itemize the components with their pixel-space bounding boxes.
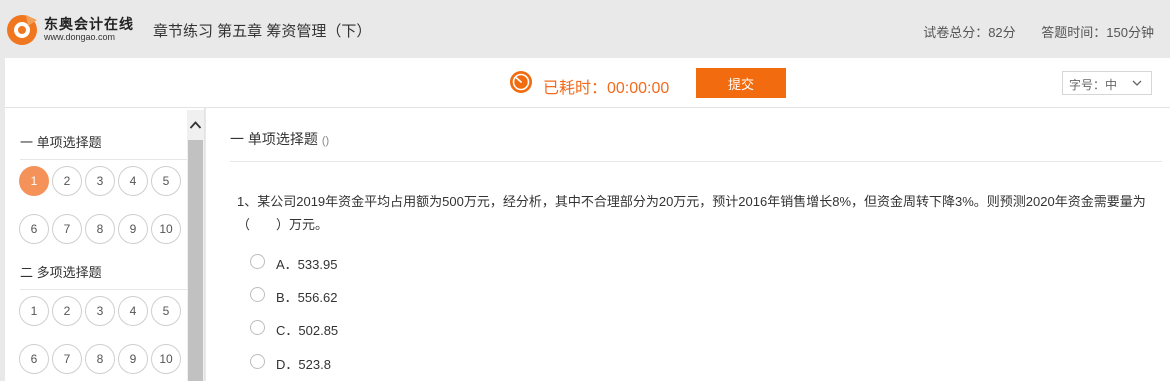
nav-section-single-choice: 一 单项选择题 <box>20 132 188 160</box>
question-number-button[interactable]: 7 <box>52 214 82 244</box>
question-number-button[interactable]: 2 <box>52 166 82 196</box>
section-count: () <box>321 135 330 147</box>
elapsed-time: 已耗时：00:00:00 <box>543 80 670 97</box>
question-text: 1、某公司2019年资金平均占用额为500万元，经分析，其中不合理部分为20万元… <box>237 194 1146 232</box>
submit-button[interactable]: 提交 <box>696 68 786 98</box>
radio-button[interactable] <box>250 287 265 302</box>
question-number-button[interactable]: 6 <box>19 214 49 244</box>
total-score: 试卷总分：82分 <box>923 25 1016 40</box>
question-number-button[interactable]: 10 <box>151 214 181 244</box>
chevron-down-icon <box>1132 80 1142 86</box>
timer-icon <box>510 71 532 93</box>
question-number-button[interactable]: 3 <box>85 166 115 196</box>
logo[interactable]: 东奥会计在线 www.dongao.com <box>6 10 146 48</box>
question-number-button[interactable]: 5 <box>151 166 181 196</box>
exam-info: 试卷总分：82分 答题时间：150分钟 <box>901 22 1154 41</box>
radio-button[interactable] <box>250 254 265 269</box>
logo-text: 东奥会计在线 <box>44 16 134 32</box>
question-number-button[interactable]: 1 <box>19 296 49 326</box>
question-number-button[interactable]: 8 <box>85 344 115 374</box>
option-label: A．533.95 <box>276 257 338 272</box>
question-number-button[interactable]: 3 <box>85 296 115 326</box>
question-number-button[interactable]: 8 <box>85 214 115 244</box>
chevron-up-icon[interactable] <box>187 118 204 132</box>
question-number-button[interactable]: 2 <box>52 296 82 326</box>
radio-button[interactable] <box>250 354 265 369</box>
radio-button[interactable] <box>250 320 265 335</box>
section-title-text: 一 单项选择题 <box>230 131 318 147</box>
logo-url: www.dongao.com <box>44 32 116 42</box>
scrollbar-thumb[interactable] <box>188 140 203 381</box>
exam-title: 章节练习 第五章 筹资管理（下） <box>153 23 372 40</box>
question-navigator: 一 单项选择题 二 多项选择题 1 2 3 4 5 6 7 8 9 10 1 2… <box>5 108 205 381</box>
nav-section-multiple-choice: 二 多项选择题 <box>20 262 188 290</box>
section-divider <box>230 161 1162 162</box>
question-number-button[interactable]: 7 <box>52 344 82 374</box>
dongao-logo-icon <box>7 15 37 45</box>
question-number-button[interactable]: 6 <box>19 344 49 374</box>
question-number-button[interactable]: 9 <box>118 344 148 374</box>
question-number-button[interactable]: 1 <box>19 166 49 196</box>
option-label: C．502.85 <box>276 323 339 338</box>
header-bar: 东奥会计在线 www.dongao.com 章节练习 第五章 筹资管理（下） 试… <box>0 0 1170 58</box>
question-number-button[interactable]: 4 <box>118 296 148 326</box>
option-label: B．556.62 <box>276 290 338 305</box>
question-number-button[interactable]: 10 <box>151 344 181 374</box>
question-panel: 一 单项选择题() 1、某公司2019年资金平均占用额为500万元，经分析，其中… <box>206 108 1170 381</box>
section-title: 一 单项选择题() <box>230 129 329 149</box>
font-size-select[interactable]: 字号：中 <box>1062 71 1152 95</box>
question-number-button[interactable]: 9 <box>118 214 148 244</box>
question-number-button[interactable]: 4 <box>118 166 148 196</box>
toolbar: 已耗时：00:00:00 提交 字号：中 <box>5 58 1170 108</box>
font-size-label: 字号：中 <box>1069 78 1118 92</box>
question-number-button[interactable]: 5 <box>151 296 181 326</box>
sidebar-scrollbar[interactable] <box>187 110 204 381</box>
option-label: D．523.8 <box>276 357 331 372</box>
answer-time: 答题时间：150分钟 <box>1041 25 1154 40</box>
